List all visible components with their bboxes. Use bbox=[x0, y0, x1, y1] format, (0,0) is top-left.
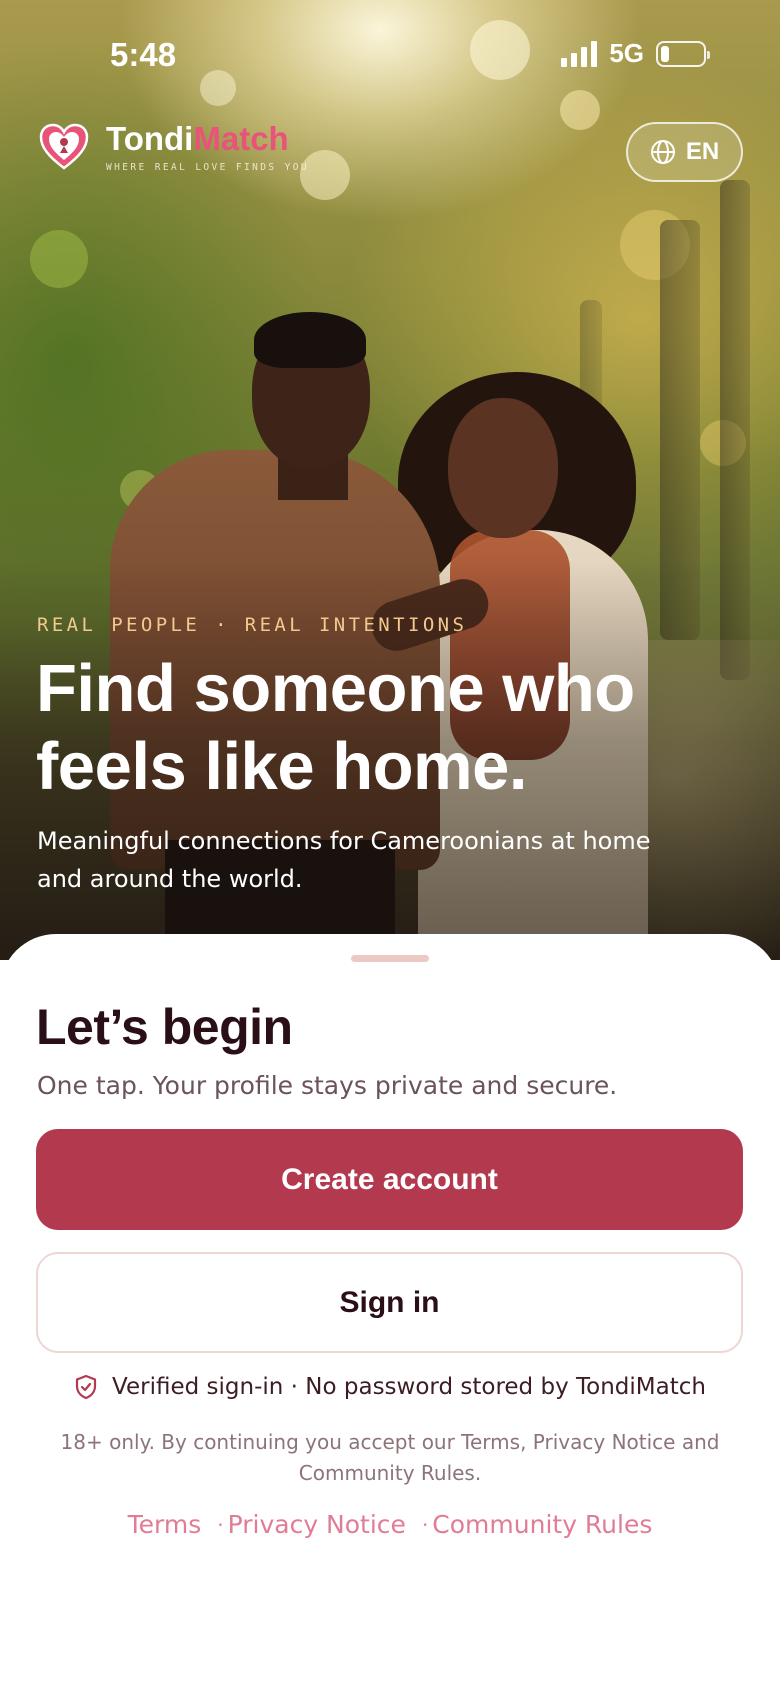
hero-headline-line1: Find someone who bbox=[36, 651, 635, 726]
sheet-subtitle: One tap. Your profile stays private and … bbox=[37, 1071, 618, 1100]
verified-signin-text: Verified sign-in · No password stored by… bbox=[112, 1374, 706, 1400]
shield-check-icon bbox=[75, 1374, 97, 1400]
link-separator: · bbox=[421, 1512, 429, 1537]
footer-links: Terms · Privacy Notice · Community Rules bbox=[0, 1510, 780, 1539]
hero-headline-line2: feels like home. bbox=[36, 729, 528, 804]
globe-icon bbox=[650, 140, 675, 164]
verified-signin-note: Verified sign-in · No password stored by… bbox=[0, 1374, 780, 1400]
link-separator: · bbox=[217, 1512, 224, 1537]
brand-name-part1: Tondi bbox=[106, 120, 194, 157]
brand-name-part2: Match bbox=[193, 120, 289, 157]
status-bar-right: 5G bbox=[561, 38, 710, 69]
hero-eyebrow: REAL PEOPLE · REAL INTENTIONS bbox=[37, 614, 468, 636]
language-label: EN bbox=[685, 138, 720, 165]
hero-headline: Find someone who feels like home. bbox=[36, 650, 736, 806]
brand-tagline: WHERE REAL LOVE FINDS YOU bbox=[106, 161, 309, 173]
heart-logo-icon bbox=[39, 123, 89, 170]
sheet-drag-handle[interactable] bbox=[351, 955, 429, 962]
sign-in-button[interactable]: Sign in bbox=[36, 1252, 743, 1353]
brand: TondiMatch WHERE REAL LOVE FINDS YOU bbox=[38, 120, 309, 173]
create-account-button[interactable]: Create account bbox=[36, 1129, 743, 1230]
privacy-notice-link[interactable]: Privacy Notice bbox=[228, 1510, 406, 1539]
battery-icon bbox=[656, 40, 710, 67]
sheet-title: Let’s begin bbox=[36, 999, 293, 1055]
cellular-signal-icon bbox=[561, 40, 598, 67]
network-type: 5G bbox=[609, 38, 644, 68]
status-time: 5:48 bbox=[110, 36, 177, 73]
legal-notice: 18+ only. By continuing you accept our T… bbox=[60, 1430, 720, 1485]
terms-link[interactable]: Terms bbox=[128, 1510, 202, 1539]
language-button[interactable]: EN bbox=[626, 122, 743, 182]
hero-subline: Meaningful connections for Cameroonians … bbox=[37, 827, 651, 893]
community-rules-link[interactable]: Community Rules bbox=[432, 1510, 652, 1539]
brand-name: TondiMatch bbox=[106, 120, 309, 157]
